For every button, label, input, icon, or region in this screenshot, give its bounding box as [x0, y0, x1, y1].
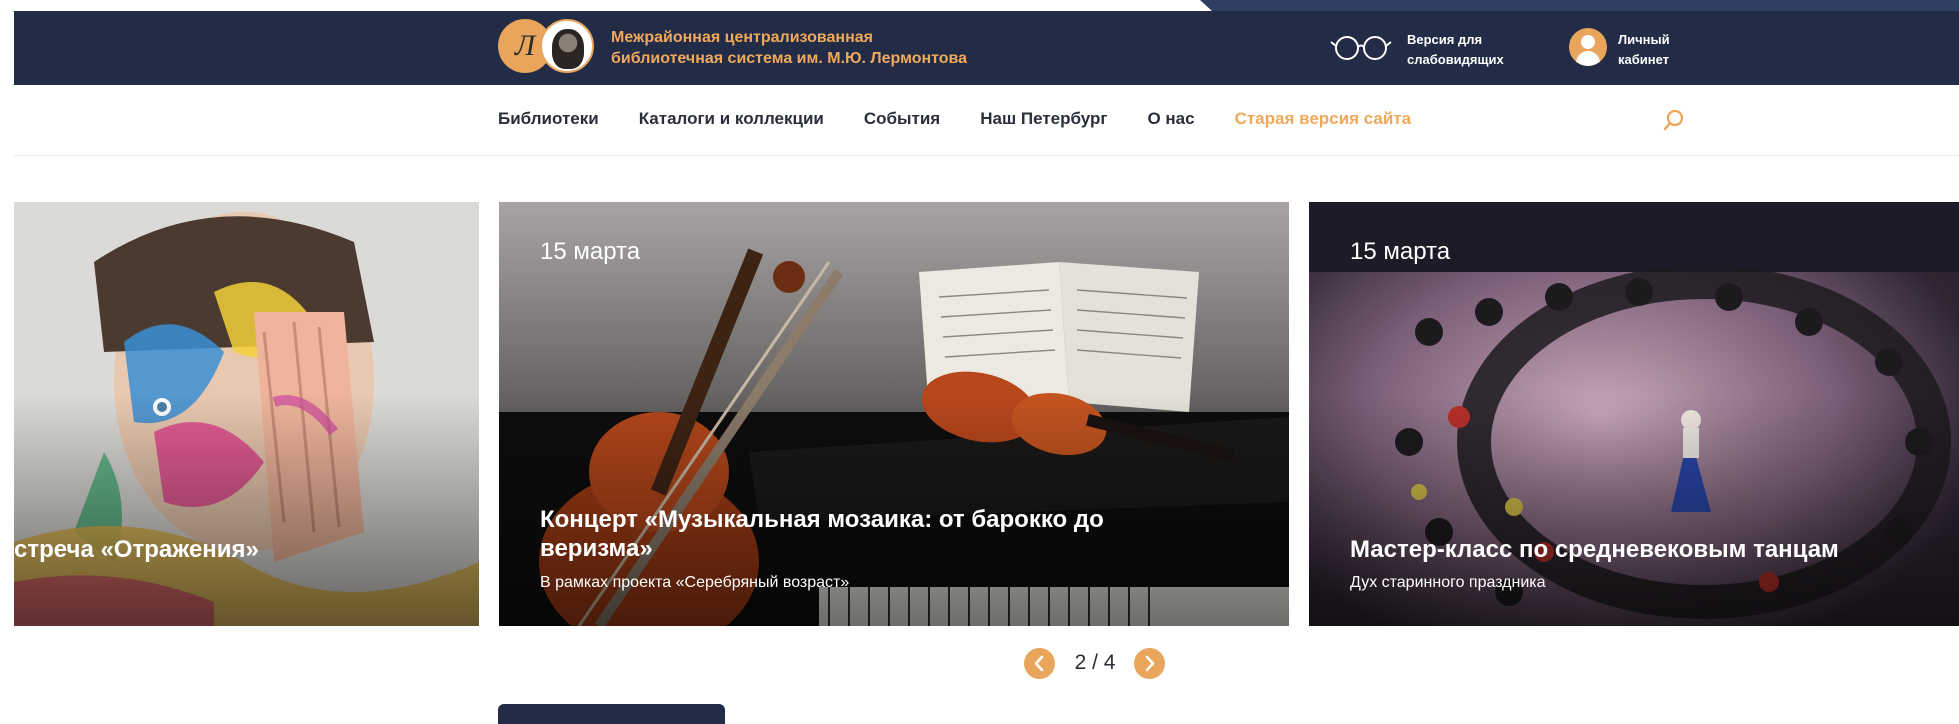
- event-subtitle: В рамках проекта «Серебряный возраст»: [540, 574, 850, 591]
- chevron-right-icon: [1145, 655, 1155, 672]
- all-events-button[interactable]: [498, 704, 725, 724]
- event-date: 15 марта: [540, 238, 641, 265]
- next-slide-button[interactable]: [1134, 648, 1165, 679]
- event-slide-medieval-dance[interactable]: 15 марта Мастер-класс по средневековым т…: [1309, 202, 1959, 626]
- event-title: Мастер-класс по средневековым танцам: [1350, 536, 1839, 563]
- page-left-edge: [0, 0, 14, 719]
- slide-shade: [14, 392, 479, 626]
- event-slide-reflections[interactable]: стреча «Отражения»: [14, 202, 479, 626]
- personal-account-button[interactable]: Личный кабинет: [1569, 28, 1699, 68]
- nav-item-catalogs[interactable]: Каталоги и коллекции: [639, 109, 824, 129]
- organization-name[interactable]: Межрайонная централизованная библиотечна…: [611, 27, 967, 69]
- nav-item-events[interactable]: События: [864, 109, 940, 129]
- slider-pager: 2 / 4: [1024, 648, 1166, 680]
- nav-item-about[interactable]: О нас: [1147, 109, 1194, 129]
- main-nav: Библиотеки Каталоги и коллекции События …: [14, 85, 1959, 156]
- personal-account-label: Личный кабинет: [1618, 32, 1670, 67]
- low-vision-label: Версия для слабовидящих: [1407, 32, 1504, 67]
- event-date: 15 марта: [1350, 238, 1451, 265]
- low-vision-version-button[interactable]: Версия для слабовидящих: [1330, 28, 1510, 68]
- site-logo[interactable]: Л: [498, 19, 594, 77]
- org-name-line1: Межрайонная централизованная: [611, 29, 873, 46]
- search-icon[interactable]: [1661, 107, 1687, 133]
- event-subtitle: Дух старинного праздника: [1350, 574, 1546, 591]
- logo-portrait-badge: [540, 19, 594, 73]
- slide-counter: 2 / 4: [1074, 651, 1116, 674]
- event-title: Концерт «Музыкальная мозаика: от барокко…: [540, 506, 1104, 562]
- event-slide-music-concert[interactable]: 15 марта Концерт «Музыкальная мозаика: о…: [499, 202, 1289, 626]
- user-icon: [1569, 28, 1607, 66]
- chevron-left-icon: [1034, 655, 1044, 672]
- nav-item-our-petersburg[interactable]: Наш Петербург: [980, 109, 1107, 129]
- slide-title: стреча «Отражения»: [14, 536, 259, 563]
- nav-item-libraries[interactable]: Библиотеки: [498, 109, 599, 129]
- previous-slide-button[interactable]: [1024, 648, 1055, 679]
- glasses-icon: [1330, 36, 1392, 60]
- top-strip-accent: [1200, 0, 1959, 11]
- org-name-line2: библиотечная система им. М.Ю. Лермонтова: [611, 50, 968, 67]
- portrait-image: [552, 29, 584, 69]
- nav-item-old-site[interactable]: Старая версия сайта: [1235, 109, 1412, 129]
